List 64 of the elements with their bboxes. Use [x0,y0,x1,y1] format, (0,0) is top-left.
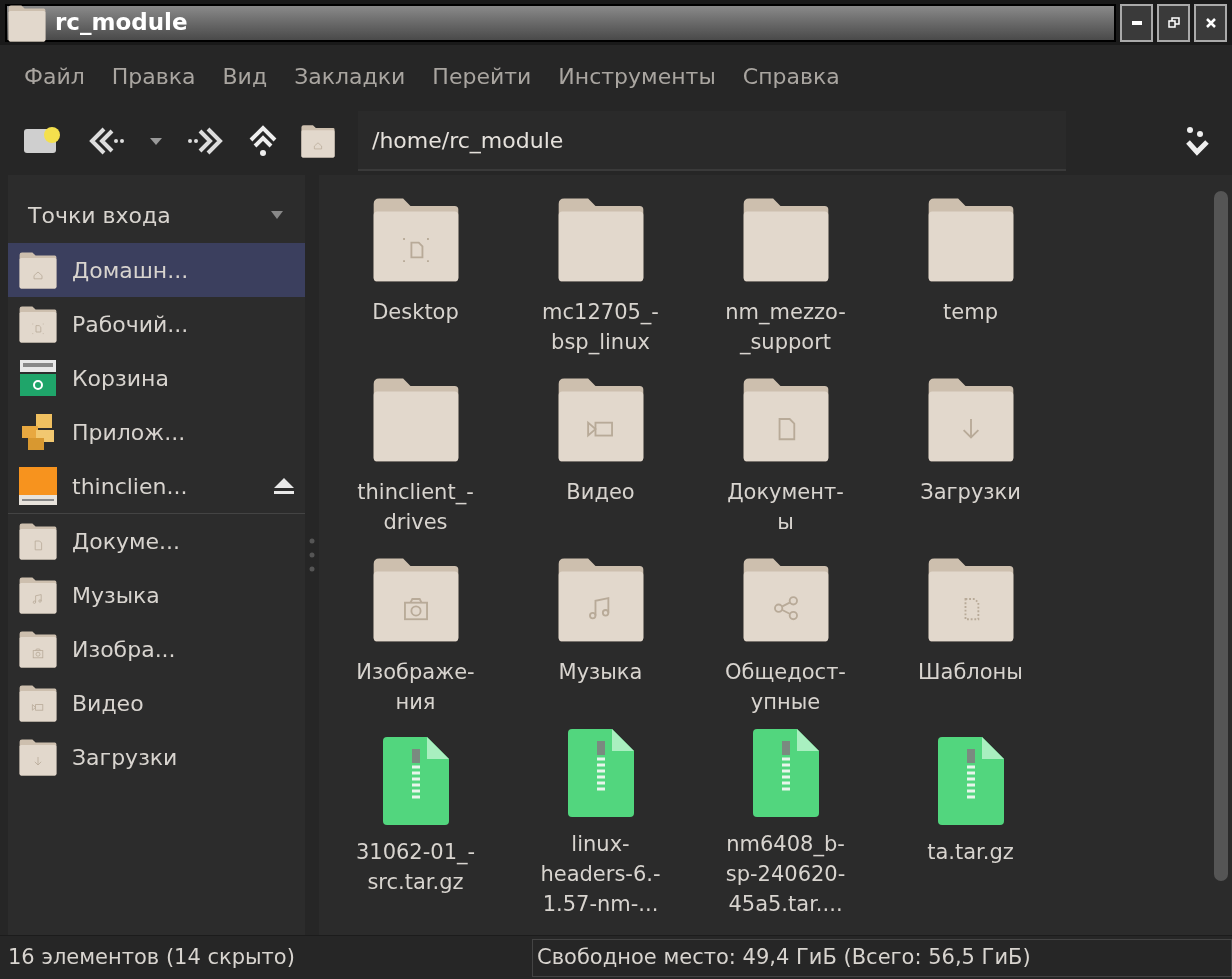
sidebar-header-dropdown[interactable]: Точки входа [8,187,305,243]
folder-item[interactable]: Изображе- ния [323,549,508,729]
sidebar-item[interactable]: Изобра... [8,622,305,676]
minimize-button[interactable] [1120,3,1153,42]
file-item[interactable]: ta.tar.gz [878,729,1063,909]
folder-icon [18,304,58,344]
sidebar-item[interactable]: Рабочий... [8,297,305,351]
archive-icon [935,737,1006,825]
trash-icon [18,358,58,398]
folder-item[interactable]: Общедост- упные [693,549,878,729]
sidebar-item[interactable]: Загрузки [8,730,305,784]
folder-item[interactable]: Загрузки [878,369,1063,549]
archive-icon [380,737,451,825]
folder-icon [18,683,58,723]
archive-icon [750,729,821,817]
folder-icon [18,629,58,669]
folder-item[interactable]: Видео [508,369,693,549]
free-space: Свободное место: 49,4 ГиБ (Всего: 56,5 ГиБ) [532,938,1232,977]
eject-icon[interactable] [273,477,295,495]
sidebar-item[interactable]: Прилож... [8,405,305,459]
restore-icon [1167,16,1180,29]
menu-item[interactable]: Закладки [294,59,406,93]
file-item[interactable]: 31062-01_- src.tar.gz [323,729,508,909]
drive-icon [18,466,58,506]
close-icon [1204,16,1217,29]
up-arrow-icon[interactable] [248,124,278,158]
folder-item[interactable]: Шаблоны [878,549,1063,729]
folder-item[interactable]: Desktop [323,189,508,369]
folder-item[interactable]: nm_mezzo- _support [693,189,878,369]
menu-item[interactable]: Перейти [432,59,532,93]
minimize-icon [1131,20,1142,25]
menu-item[interactable]: Вид [222,59,268,93]
sidebar-item[interactable]: thinclien... [8,459,305,513]
home-folder-icon [300,123,336,159]
close-button[interactable] [1194,3,1227,42]
folder-item[interactable]: Музыка [508,549,693,729]
archive-icon [565,729,636,817]
location-field[interactable]: /home/rc_module [358,111,1066,171]
item-count: 16 элементов (14 скрыто) [7,943,296,971]
file-item[interactable]: nm6408_b- sp-240620- 45a5.tar.... [693,729,878,909]
menu-item[interactable]: Файл [24,59,85,93]
dropdown-caret-icon[interactable] [148,136,164,146]
menu-item[interactable]: Правка [111,59,196,93]
folder-item[interactable]: mc12705_- bsp_linux [508,189,693,369]
sidebar-item[interactable]: Корзина [8,351,305,405]
sidebar-item[interactable]: Музыка [8,568,305,622]
restore-button[interactable] [1157,3,1190,42]
sidebar-item[interactable]: Видео [8,676,305,730]
folder-icon [18,521,58,561]
menu-item[interactable]: Инструменты [558,59,716,93]
sidebar-item[interactable]: Домашн... [8,243,305,297]
folder-icon [7,2,47,43]
folder-item[interactable]: Документ- ы [693,369,878,549]
folder-item[interactable]: thinclient_- drives [323,369,508,549]
folder-icon [18,250,58,290]
menu-item[interactable]: Справка [742,59,840,93]
folder-icon [18,737,58,777]
sidebar-item[interactable]: Докуме... [8,514,305,568]
folder-item[interactable]: temp [878,189,1063,369]
scrollbar[interactable] [1214,191,1228,881]
window-title: rc_module [55,8,188,38]
file-item[interactable]: linux- headers-6.- 1.57-nm-... [508,729,693,909]
caret-icon [269,210,285,220]
folder-icon [18,575,58,615]
